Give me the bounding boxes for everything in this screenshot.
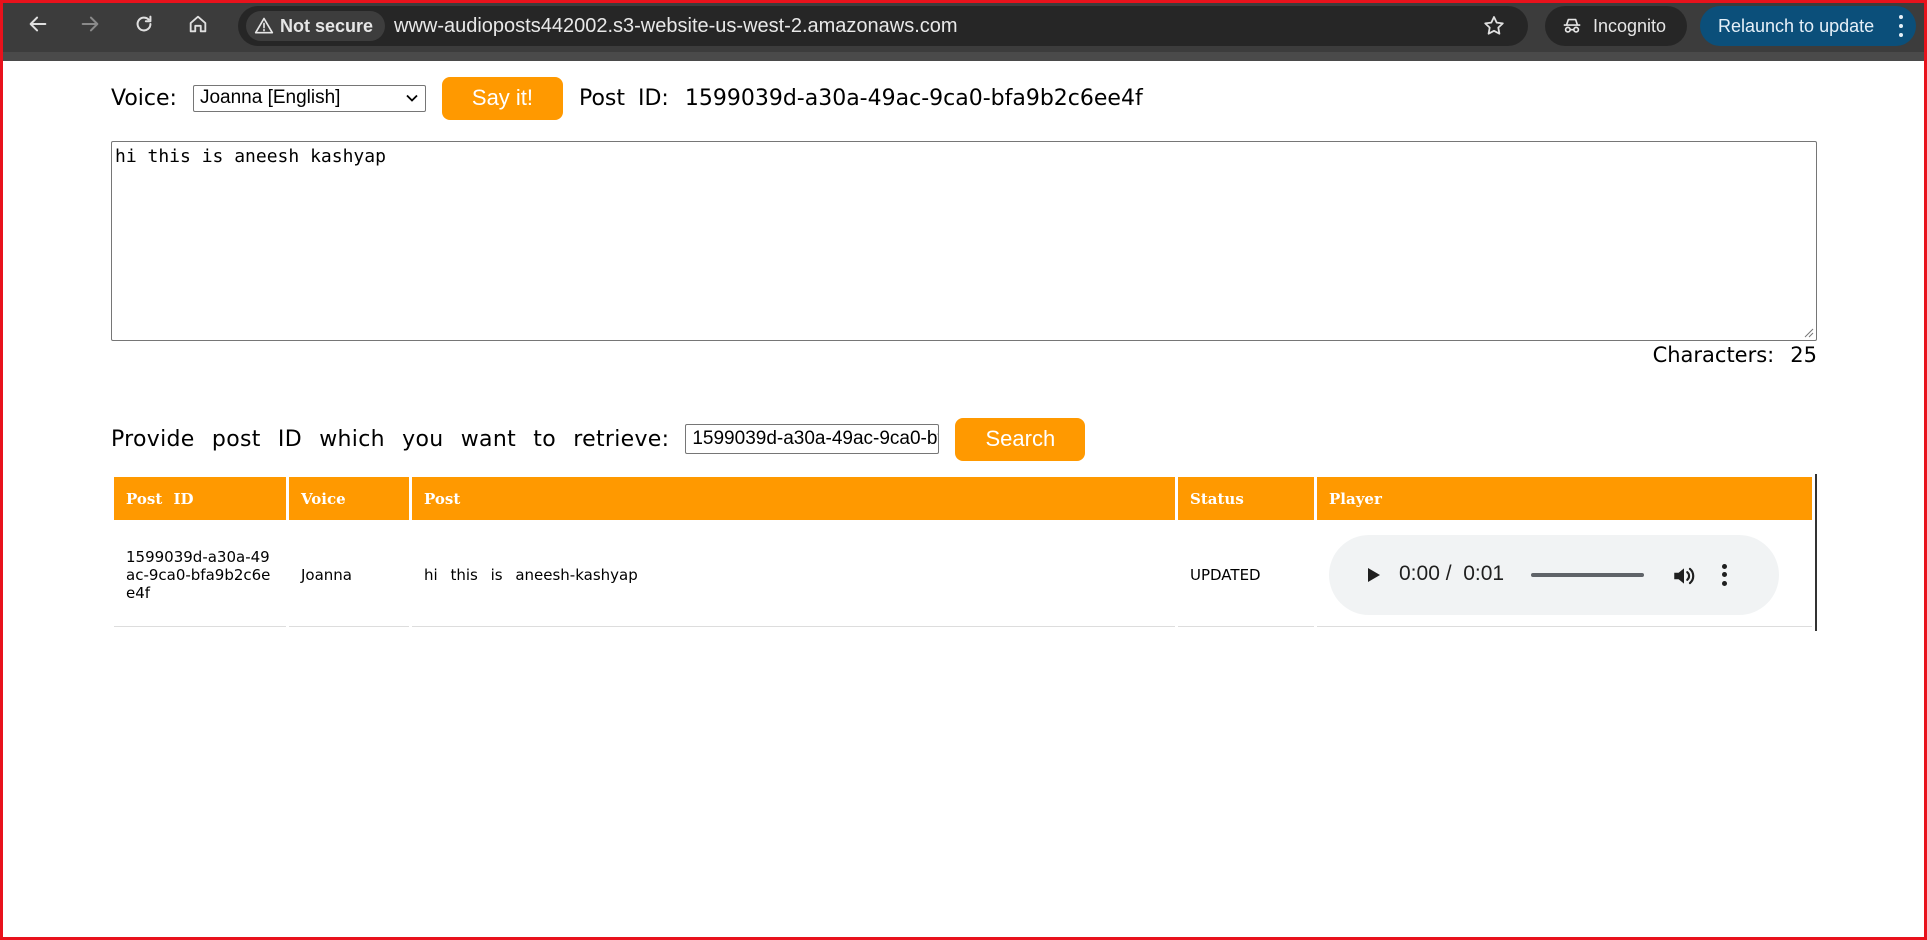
post-id-label: Post ID: bbox=[578, 85, 669, 111]
header-player: Player bbox=[1317, 477, 1812, 520]
browser-toolbar: Not secure www-audioposts442002.s3-websi… bbox=[0, 0, 1927, 52]
post-id-value: 1599039d-a30a-49ac-9ca0-bfa9b2c6ee4f bbox=[684, 85, 1143, 111]
chevron-down-icon bbox=[406, 94, 418, 102]
results-table: Post ID Voice Post Status Player 1599039… bbox=[111, 474, 1817, 631]
player-time: 0:00 / 0:01 bbox=[1399, 562, 1504, 586]
volume-icon[interactable] bbox=[1671, 563, 1697, 589]
play-icon[interactable] bbox=[1363, 565, 1383, 585]
audio-player[interactable]: 0:00 / 0:01 bbox=[1329, 534, 1779, 615]
header-status: Status bbox=[1178, 477, 1314, 520]
cell-voice: Joanna bbox=[289, 523, 409, 627]
player-current-time: 0:00 bbox=[1399, 561, 1440, 585]
incognito-label: Incognito bbox=[1593, 15, 1667, 36]
url-text[interactable]: www-audioposts442002.s3-website-us-west-… bbox=[394, 15, 958, 38]
cell-status: UPDATED bbox=[1178, 523, 1314, 627]
forward-arrow-icon[interactable] bbox=[75, 9, 105, 39]
table-header-row: Post ID Voice Post Status Player bbox=[114, 477, 1812, 520]
header-post-id: Post ID bbox=[114, 477, 286, 520]
resize-grip-icon[interactable] bbox=[1802, 326, 1814, 338]
post-text: hi this is aneesh kashyap bbox=[115, 146, 386, 167]
say-it-button[interactable]: Say it! bbox=[441, 76, 563, 120]
star-icon[interactable] bbox=[1482, 14, 1506, 38]
post-textarea[interactable]: hi this is aneesh kashyap bbox=[111, 141, 1817, 341]
relaunch-button[interactable]: Relaunch to update bbox=[1700, 6, 1916, 46]
header-voice: Voice bbox=[289, 477, 409, 520]
search-label: Provide post ID which you want to retrie… bbox=[111, 426, 670, 452]
voice-label: Voice: bbox=[111, 85, 177, 111]
back-arrow-icon[interactable] bbox=[23, 9, 53, 39]
security-label: Not secure bbox=[280, 15, 374, 36]
home-icon[interactable] bbox=[183, 9, 213, 39]
address-bar[interactable]: Not secure www-audioposts442002.s3-websi… bbox=[238, 6, 1528, 46]
player-timeline-slider[interactable] bbox=[1531, 572, 1644, 577]
voice-row: Voice: Joanna [English] Say it! Post ID:… bbox=[111, 76, 1143, 120]
voice-select[interactable]: Joanna [English] bbox=[192, 84, 426, 112]
player-time-separator: / bbox=[1445, 561, 1452, 585]
post-id-search-input[interactable]: 1599039d-a30a-49ac-9ca0-bfa9b2c6ee4f bbox=[685, 424, 940, 454]
voice-selected-value: Joanna [English] bbox=[199, 87, 341, 108]
cell-post-id: 1599039d-a30a-49ac-9ca0-bfa9b2c6ee4f bbox=[114, 523, 286, 627]
warning-icon bbox=[254, 17, 274, 34]
incognito-icon bbox=[1563, 18, 1581, 33]
toolbar-divider bbox=[0, 52, 1927, 61]
search-input-value: 1599039d-a30a-49ac-9ca0-bfa9b2c6ee4f bbox=[692, 428, 938, 449]
reload-icon[interactable] bbox=[129, 9, 159, 39]
characters-label: Characters: bbox=[1652, 343, 1775, 367]
relaunch-label: Relaunch to update bbox=[1718, 15, 1875, 36]
header-post: Post bbox=[412, 477, 1175, 520]
security-chip[interactable]: Not secure bbox=[246, 11, 386, 41]
incognito-indicator[interactable]: Incognito bbox=[1545, 6, 1687, 46]
characters-count: 25 bbox=[1790, 343, 1817, 367]
search-row: Provide post ID which you want to retrie… bbox=[111, 415, 1086, 463]
table-row: 1599039d-a30a-49ac-9ca0-bfa9b2c6ee4f Joa… bbox=[114, 523, 1812, 627]
cell-player: 0:00 / 0:01 bbox=[1317, 523, 1812, 627]
character-counter: Characters: 25 bbox=[1653, 341, 1817, 369]
player-duration: 0:01 bbox=[1463, 561, 1505, 585]
search-button[interactable]: Search bbox=[955, 417, 1086, 461]
player-more-icon[interactable] bbox=[1721, 563, 1727, 586]
kebab-menu-icon[interactable] bbox=[1898, 15, 1904, 37]
cell-post: hi this is aneesh-kashyap bbox=[412, 523, 1175, 627]
